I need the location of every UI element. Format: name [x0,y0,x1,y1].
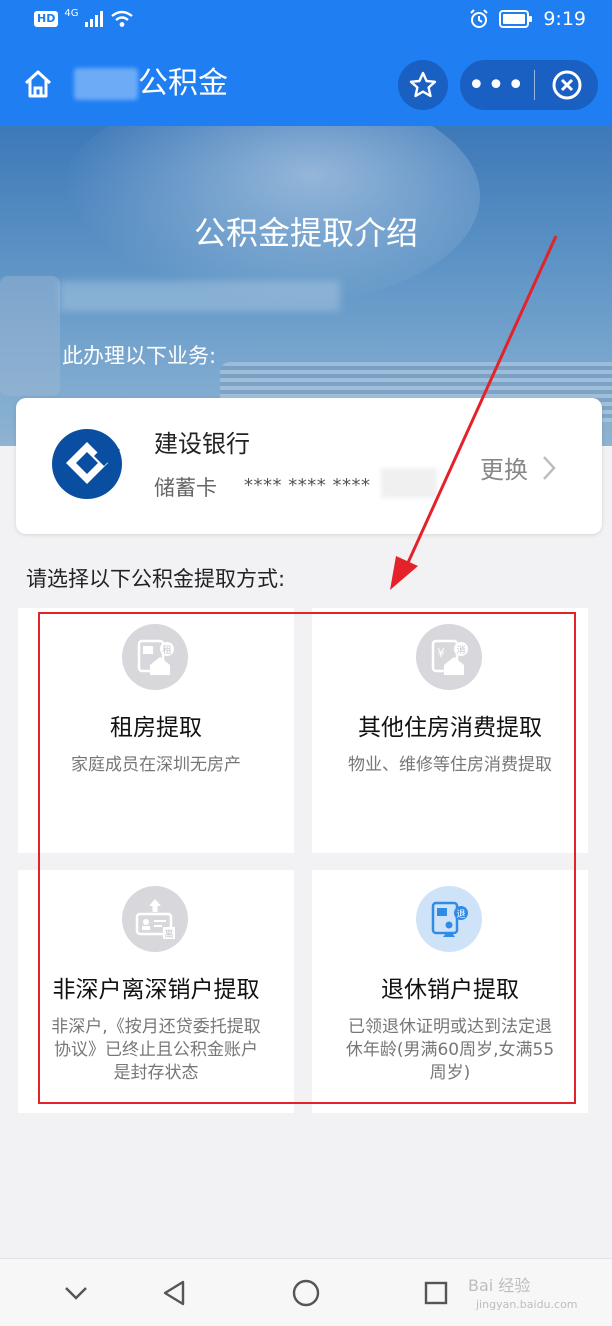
home-circle-icon [292,1279,320,1307]
card-type: 储蓄卡 [154,476,217,500]
status-time: 9:19 [543,8,586,30]
home-button[interactable] [18,64,58,104]
favorite-button[interactable] [398,60,448,110]
annotation-highlight-box [38,612,576,1104]
banner-subtitle: 此办理以下业务: [62,344,217,368]
card-number: **** **** **** [244,475,371,496]
watermark-url: jingyan.baidu.com [476,1298,578,1311]
signal-icon [85,11,104,27]
home-icon [24,70,52,98]
baidu-watermark: Bai 经验 [468,1276,531,1295]
bank-name: 建设银行 [154,430,250,458]
recents-square-icon [424,1281,448,1305]
banner-title: 公积金提取介绍 [193,214,418,252]
close-circle-icon [552,70,582,100]
more-button[interactable]: ••• [460,60,534,110]
close-button[interactable] [536,60,598,110]
banner-coins-left-image [0,276,60,396]
chevron-down-icon [65,1287,87,1300]
capsule-divider [534,70,535,100]
battery-icon [499,10,533,28]
redacted-region [74,68,138,100]
bank-card[interactable]: 建设银行 储蓄卡 **** **** **** 更换 [16,398,602,534]
star-icon [409,71,437,98]
change-card-button[interactable]: 更换 [480,450,556,485]
network-label: 4G [64,7,79,19]
chevron-right-icon [543,455,556,480]
section-label: 请选择以下公积金提取方式: [26,567,286,591]
app-header: 公积金 ••• [0,44,612,126]
status-left: HD 4G [34,7,134,28]
redacted-region [381,468,437,498]
mini-program-capsule: ••• [460,60,598,110]
app-title: 公积金 [138,66,228,101]
back-triangle-icon [163,1280,185,1306]
wifi-icon [111,10,134,27]
back-button[interactable] [156,1275,192,1311]
redacted-region [60,281,340,311]
recents-button[interactable] [418,1275,454,1311]
collapse-button[interactable] [58,1275,94,1311]
home-nav-button[interactable] [288,1275,324,1311]
status-bar: HD 4G 9:19 [0,0,612,44]
alarm-icon [470,9,489,28]
hd-badge: HD [34,11,59,27]
status-right: 9:19 [469,8,586,30]
ccb-logo-icon [52,429,122,499]
change-label: 更换 [480,456,528,484]
